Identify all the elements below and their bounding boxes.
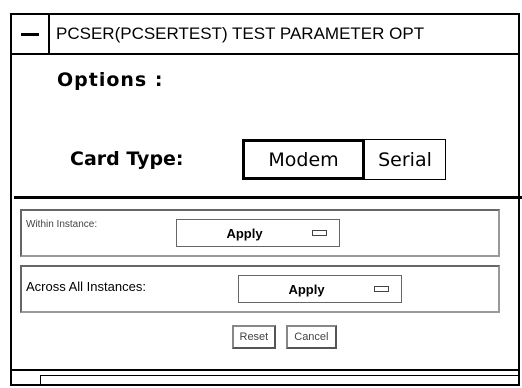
options-heading: Options : [57,69,164,91]
bottom-scroll-strip [40,375,518,384]
across-instances-value: Apply [288,281,325,297]
cancel-button[interactable]: Cancel [286,325,337,349]
across-instances-label: Across All Instances: [26,279,146,294]
within-instance-label: Within Instance: [26,219,98,230]
card-type-serial-option[interactable]: Serial [365,139,446,180]
across-instances-menu-button[interactable]: Apply [238,275,402,303]
within-instance-group: Within Instance: Apply [20,209,500,257]
card-type-label: Card Type: [70,148,184,170]
within-instance-value: Apply [226,225,263,241]
card-type-modem-option[interactable]: Modem [242,139,365,180]
across-instances-group: Across All Instances: Apply [20,265,500,313]
test-parameter-window: PCSER(PCSERTEST) TEST PARAMETER OPT Opti… [10,13,522,386]
section-divider [14,196,522,199]
button-row: Reset Cancel [12,325,518,349]
window-menu-button[interactable] [12,15,50,53]
reset-button[interactable]: Reset [231,325,277,349]
option-menu-icon [312,230,327,236]
within-instance-menu-button[interactable]: Apply [176,219,340,247]
instance-panel: Within Instance: Apply Across All Instan… [12,201,518,371]
window-menu-icon [21,32,39,36]
window-title: PCSER(PCSERTEST) TEST PARAMETER OPT [56,24,425,43]
option-menu-icon [374,286,389,292]
title-bar: PCSER(PCSERTEST) TEST PARAMETER OPT [12,15,518,55]
